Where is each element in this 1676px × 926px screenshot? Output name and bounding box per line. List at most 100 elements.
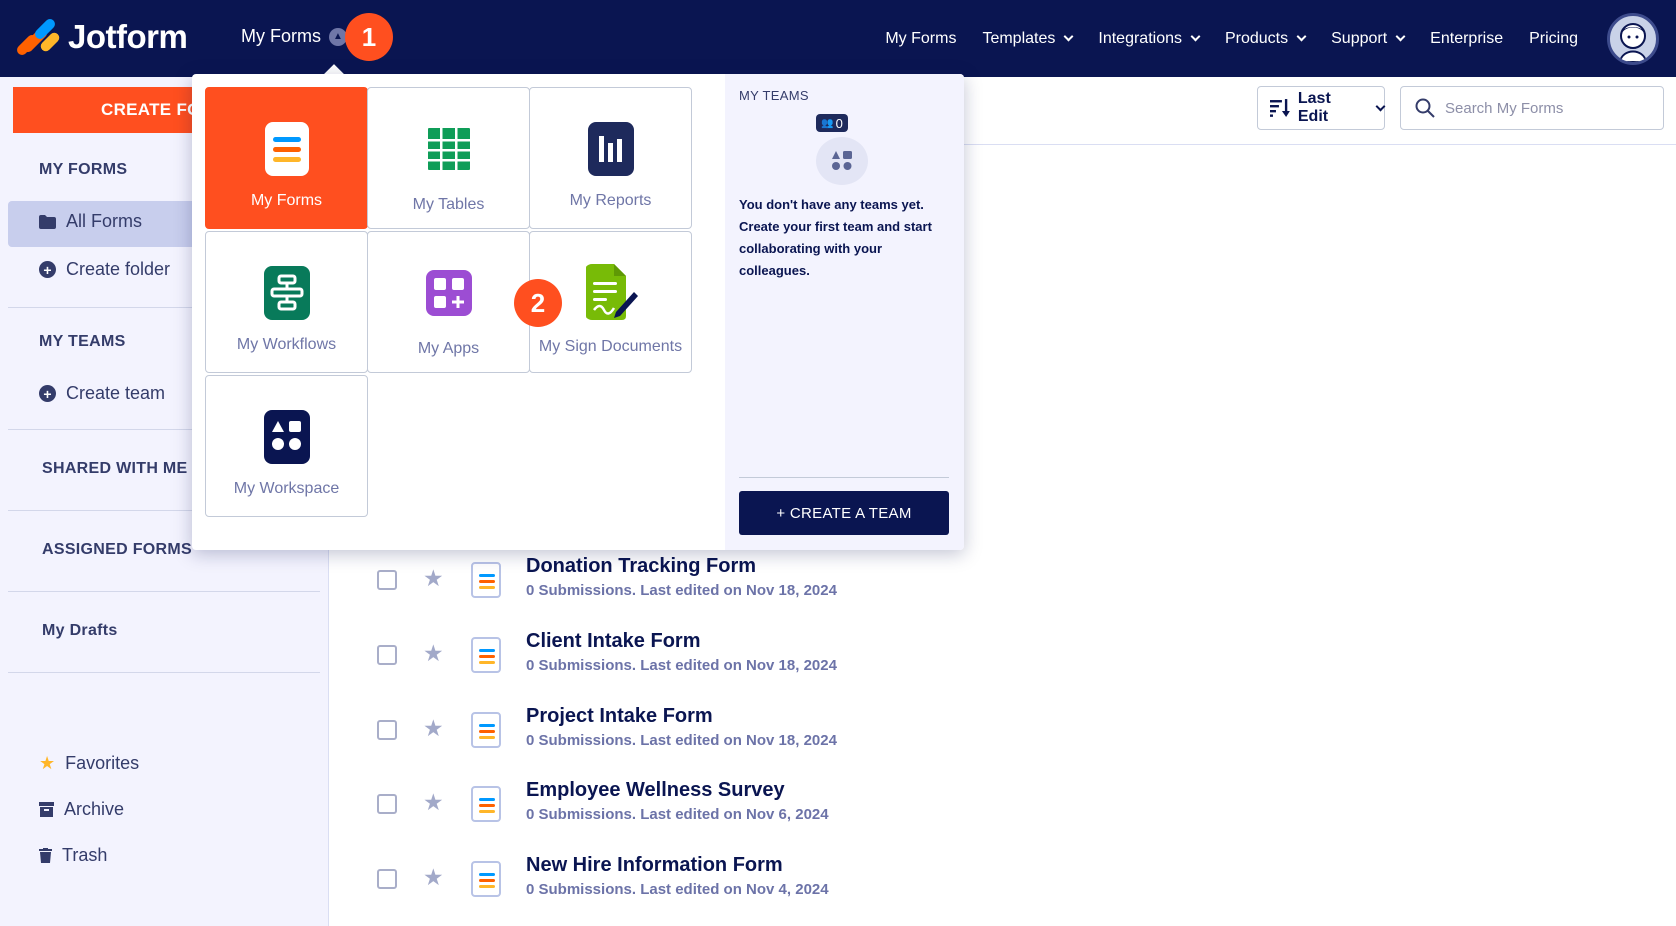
sidebar-item-all-forms[interactable]: All Forms <box>39 211 142 232</box>
form-icon <box>471 861 501 897</box>
form-list-item[interactable]: ★ Donation Tracking Form 0 Submissions. La… <box>377 555 1577 615</box>
form-list-item[interactable]: ★ Client Intake Form 0 Submissions. Last e… <box>377 630 1577 690</box>
favorite-star-icon[interactable]: ★ <box>423 789 444 816</box>
workspace-icon <box>263 410 310 464</box>
form-meta: 0 Submissions. Last edited on Nov 18, 20… <box>526 582 837 599</box>
form-icon <box>471 786 501 822</box>
my-teams-panel: MY TEAMS 👥 0 You don't have any teams yet… <box>725 74 964 550</box>
tile-my-workflows[interactable]: My Workflows <box>205 231 368 373</box>
sidebar-item-create-team[interactable]: + Create team <box>39 383 165 404</box>
select-checkbox[interactable] <box>377 794 397 814</box>
step-badge-1: 1 <box>345 13 393 61</box>
search-field[interactable] <box>1400 86 1664 130</box>
form-list-item[interactable]: ★ Project Intake Form 0 Submissions. Last … <box>377 705 1577 765</box>
tile-my-workspace[interactable]: My Workspace <box>205 375 368 517</box>
my-teams-panel-title: MY TEAMS <box>739 88 809 103</box>
my-teams-heading: MY TEAMS <box>39 333 126 350</box>
divider <box>8 672 320 673</box>
sidebar-item-assigned-forms[interactable]: ASSIGNED FORMS <box>42 541 192 559</box>
teams-empty-message: You don't have any teams yet. Create you… <box>739 197 932 278</box>
workflow-icon <box>263 266 310 320</box>
nav-integrations[interactable]: Integrations <box>1098 30 1201 48</box>
forms-icon <box>264 122 309 176</box>
sidebar-item-archive[interactable]: Archive <box>39 799 124 820</box>
form-meta: 0 Submissions. Last edited on Nov 18, 20… <box>526 732 837 749</box>
tile-my-forms[interactable]: My Forms <box>205 87 368 229</box>
user-avatar[interactable] <box>1607 13 1659 65</box>
sign-document-icon <box>585 264 638 320</box>
archive-icon <box>39 802 54 817</box>
create-a-team-button[interactable]: + CREATE A TEAM <box>739 491 949 535</box>
form-meta: 0 Submissions. Last edited on Nov 4, 202… <box>526 881 829 898</box>
my-forms-menu-label: My Forms <box>241 26 321 46</box>
step-badge-2: 2 <box>514 279 562 327</box>
form-meta: 0 Submissions. Last edited on Nov 6, 202… <box>526 806 829 823</box>
form-title[interactable]: New Hire Information Form <box>526 854 783 877</box>
form-icon <box>471 637 501 673</box>
nav-my-forms[interactable]: My Forms <box>885 30 956 48</box>
favorite-star-icon[interactable]: ★ <box>423 565 444 592</box>
form-icon <box>471 562 501 598</box>
form-meta: 0 Submissions. Last edited on Nov 18, 20… <box>526 657 837 674</box>
jotform-logo[interactable]: Jotform <box>14 16 188 58</box>
select-checkbox[interactable] <box>377 570 397 590</box>
jotform-logo-icon <box>14 16 62 58</box>
nav-pricing[interactable]: Pricing <box>1529 30 1578 48</box>
table-grid-icon <box>427 128 470 170</box>
form-title[interactable]: Client Intake Form <box>526 630 700 653</box>
avatar-illustration-icon <box>1618 23 1648 62</box>
chevron-down-icon <box>1395 31 1406 42</box>
plus-circle-icon: + <box>39 261 56 278</box>
people-icon: 👥 <box>821 117 834 129</box>
teams-count-badge: 👥 0 <box>816 114 848 132</box>
form-icon <box>471 712 501 748</box>
form-title[interactable]: Employee Wellness Survey <box>526 779 785 802</box>
form-list-item[interactable]: ★ Employee Wellness Survey 0 Submissions. … <box>377 779 1577 839</box>
select-checkbox[interactable] <box>377 720 397 740</box>
nav-products[interactable]: Products <box>1225 30 1307 48</box>
favorite-star-icon[interactable]: ★ <box>423 864 444 891</box>
divider <box>739 477 949 478</box>
sidebar-item-favorites[interactable]: ★ Favorites <box>39 753 139 774</box>
my-forms-heading: MY FORMS <box>39 161 128 178</box>
divider <box>8 591 320 592</box>
sort-dropdown[interactable]: Last Edit <box>1257 86 1386 130</box>
form-list-item[interactable]: ★ New Hire Information Form 0 Submissions.… <box>377 854 1577 914</box>
select-checkbox[interactable] <box>377 869 397 889</box>
top-nav-links: My Forms Templates Integrations Products… <box>885 0 1578 77</box>
tile-my-tables[interactable]: My Tables <box>367 87 530 229</box>
sort-label: Last Edit <box>1297 90 1331 125</box>
form-title[interactable]: Project Intake Form <box>526 705 713 728</box>
nav-support[interactable]: Support <box>1331 30 1406 48</box>
sort-icon <box>1270 99 1290 117</box>
apps-grid-icon <box>425 270 472 316</box>
sidebar-item-create-folder[interactable]: + Create folder <box>39 259 170 280</box>
favorite-star-icon[interactable]: ★ <box>423 640 444 667</box>
search-icon <box>1415 98 1435 118</box>
folder-icon <box>39 214 56 229</box>
star-icon: ★ <box>39 753 56 773</box>
chevron-down-icon <box>1190 31 1201 42</box>
sidebar-item-trash[interactable]: Trash <box>39 845 107 866</box>
sidebar-item-my-drafts[interactable]: My Drafts <box>42 622 118 640</box>
nav-templates[interactable]: Templates <box>982 30 1074 48</box>
tile-my-apps[interactable]: My Apps <box>367 231 530 373</box>
tile-my-reports[interactable]: My Reports <box>529 87 692 229</box>
teams-empty-illustration <box>816 137 868 185</box>
chevron-down-icon <box>1063 31 1074 42</box>
jotform-wordmark: Jotform <box>68 18 188 55</box>
chevron-down-icon <box>1375 101 1386 111</box>
my-forms-dropdown-panel: My Forms My Tables My Reports My Workflo… <box>192 74 964 550</box>
select-checkbox[interactable] <box>377 645 397 665</box>
my-forms-menu-toggle[interactable]: My Forms ▲ <box>241 26 347 47</box>
reports-icon <box>587 122 634 176</box>
workspace-icon <box>832 151 852 170</box>
search-input[interactable] <box>1445 99 1635 117</box>
favorite-star-icon[interactable]: ★ <box>423 715 444 742</box>
plus-circle-icon: + <box>39 385 56 402</box>
trash-icon <box>39 848 52 863</box>
chevron-down-icon <box>1296 31 1307 42</box>
sidebar-item-shared-with-me[interactable]: SHARED WITH ME <box>42 460 188 478</box>
form-title[interactable]: Donation Tracking Form <box>526 555 756 578</box>
nav-enterprise[interactable]: Enterprise <box>1430 30 1503 48</box>
